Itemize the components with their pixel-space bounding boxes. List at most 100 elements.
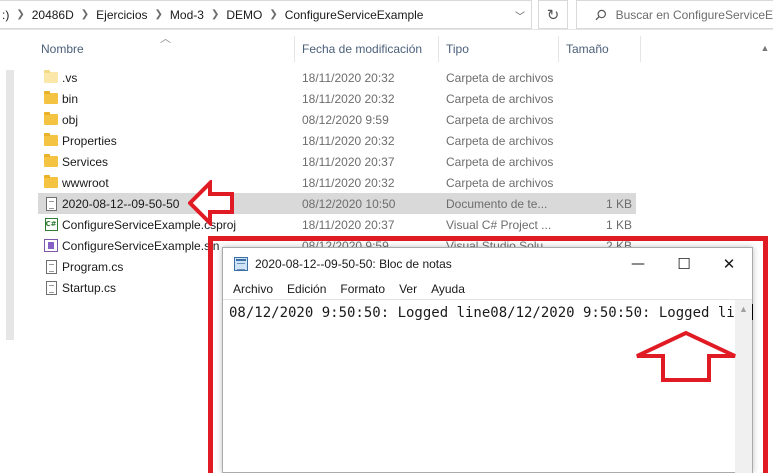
- file-name: wwwroot: [62, 175, 109, 190]
- file-type: Visual C# Project ...: [446, 217, 552, 232]
- chevron-right-icon: ❯: [16, 9, 25, 20]
- close-button[interactable]: ✕: [706, 248, 752, 279]
- file-row[interactable]: wwwroot 18/11/2020 20:32 Carpeta de arch…: [38, 172, 636, 193]
- file-name: Services: [62, 154, 109, 169]
- file-name: Properties: [62, 133, 117, 148]
- file-date: 18/11/2020 20:32: [302, 133, 395, 148]
- menu-edicion[interactable]: Edición: [287, 282, 326, 296]
- folder-icon: [44, 112, 58, 125]
- file-date: 18/11/2020 20:37: [302, 217, 395, 232]
- file-date: 18/11/2020 20:32: [302, 91, 395, 106]
- file-name: Startup.cs: [62, 280, 117, 295]
- navigation-scrollbar[interactable]: [6, 70, 14, 340]
- breadcrumb-demo[interactable]: DEMO: [226, 8, 262, 22]
- scroll-up-arrow-icon[interactable]: ▲: [735, 302, 752, 316]
- file-size: 1 KB: [605, 217, 632, 232]
- breadcrumb-mod-3[interactable]: Mod-3: [170, 8, 204, 22]
- file-name: obj: [62, 112, 79, 127]
- file-name: ConfigureServiceExample.sln: [62, 238, 220, 253]
- solution-icon: [44, 239, 58, 252]
- file-type: Documento de te...: [446, 196, 548, 211]
- text-document-icon: [45, 196, 57, 211]
- breadcrumb-current-folder[interactable]: ConfigureServiceExample: [285, 8, 424, 22]
- chevron-right-icon: ❯: [210, 9, 220, 20]
- address-bar: :) ❯ 20486D ❯ Ejercicios ❯ Mod-3 ❯ DEMO …: [0, 0, 773, 30]
- minimize-button[interactable]: —: [615, 248, 661, 279]
- file-type: Carpeta de archivos: [446, 133, 554, 148]
- notepad-icon: [234, 257, 248, 271]
- file-row[interactable]: C# ConfigureServiceExample.csproj 18/11/…: [38, 214, 636, 235]
- file-type: Carpeta de archivos: [446, 175, 554, 190]
- file-name: bin: [62, 91, 79, 106]
- notepad-menubar: Archivo Edición Formato Ver Ayuda: [223, 279, 752, 299]
- column-divider[interactable]: [438, 36, 439, 62]
- file-row-selected[interactable]: 2020-08-12--09-50-50 08/12/2020 10:50 Do…: [38, 193, 636, 214]
- file-size: [578, 88, 632, 109]
- file-size: [578, 151, 632, 172]
- file-name: Program.cs: [62, 259, 124, 274]
- refresh-icon: ↻: [546, 6, 560, 24]
- file-type: Carpeta de archivos: [446, 70, 554, 85]
- file-size: [578, 67, 632, 88]
- file-date: 18/11/2020 20:37: [302, 154, 395, 169]
- folder-icon: [44, 91, 58, 104]
- file-row[interactable]: bin 18/11/2020 20:32 Carpeta de archivos: [38, 88, 636, 109]
- file-date: 08/12/2020 9:59: [302, 112, 389, 127]
- breadcrumb[interactable]: :) ❯ 20486D ❯ Ejercicios ❯ Mod-3 ❯ DEMO …: [0, 0, 532, 29]
- column-divider[interactable]: [640, 36, 641, 62]
- search-placeholder: Buscar en ConfigureServiceE: [615, 7, 773, 22]
- code-file-icon: [45, 259, 57, 274]
- breadcrumb-ejercicios[interactable]: Ejercicios: [96, 8, 147, 22]
- column-header-type[interactable]: Tipo: [446, 36, 469, 62]
- code-file-icon: [45, 280, 57, 295]
- file-type: Carpeta de archivos: [446, 154, 554, 169]
- folder-icon: [44, 70, 58, 83]
- file-row[interactable]: Services 18/11/2020 20:37 Carpeta de arc…: [38, 151, 636, 172]
- chevron-right-icon: ❯: [269, 9, 278, 20]
- folder-icon: [44, 154, 58, 167]
- menu-formato[interactable]: Formato: [340, 282, 385, 296]
- file-type: Carpeta de archivos: [446, 112, 554, 127]
- file-date: 18/11/2020 20:32: [302, 175, 395, 190]
- notepad-text-area[interactable]: 08/12/2020 9:50:50: Logged line08/12/202…: [223, 299, 753, 473]
- menu-ver[interactable]: Ver: [399, 282, 417, 296]
- file-date: 18/11/2020 20:32: [302, 70, 395, 85]
- file-size: [578, 109, 632, 130]
- folder-icon: [44, 133, 58, 146]
- column-header-name[interactable]: Nombre: [41, 36, 84, 62]
- file-name: 2020-08-12--09-50-50: [62, 196, 180, 211]
- column-divider[interactable]: [558, 36, 559, 62]
- search-input[interactable]: Buscar en ConfigureServiceE: [576, 0, 773, 29]
- annotation-arrow-up: [636, 330, 736, 382]
- folder-icon: [44, 175, 58, 188]
- column-header-date[interactable]: Fecha de modificación: [302, 36, 422, 62]
- breadcrumb-20486d[interactable]: 20486D: [32, 8, 74, 22]
- navigation-pane: [0, 30, 20, 473]
- file-row[interactable]: .vs 18/11/2020 20:32 Carpeta de archivos: [38, 67, 636, 88]
- file-size: 1 KB: [605, 196, 632, 211]
- notepad-scrollbar[interactable]: ▲: [735, 300, 752, 473]
- sort-ascending-icon: ︿: [160, 33, 171, 45]
- menu-ayuda[interactable]: Ayuda: [431, 282, 465, 296]
- file-size: [578, 172, 632, 193]
- csharp-project-icon: C#: [44, 218, 58, 231]
- notepad-titlebar[interactable]: 2020-08-12--09-50-50: Bloc de notas — ☐ …: [223, 248, 752, 279]
- chevron-down-icon[interactable]: ﹀: [508, 1, 532, 30]
- chevron-right-icon: ❯: [154, 9, 163, 20]
- scroll-up-arrow-icon[interactable]: ▲: [757, 40, 773, 56]
- file-type: Carpeta de archivos: [446, 91, 554, 106]
- notepad-title: 2020-08-12--09-50-50: Bloc de notas: [255, 256, 452, 271]
- search-icon: [595, 9, 606, 20]
- refresh-button[interactable]: ↻: [538, 0, 568, 29]
- column-divider[interactable]: [294, 36, 295, 62]
- file-date: 08/12/2020 10:50: [302, 196, 396, 211]
- file-name: .vs: [62, 70, 78, 85]
- menu-archivo[interactable]: Archivo: [233, 282, 273, 296]
- breadcrumb-drive[interactable]: :): [2, 8, 9, 22]
- notepad-content: 08/12/2020 9:50:50: Logged line08/12/202…: [229, 305, 752, 321]
- file-size: [578, 130, 632, 151]
- file-row[interactable]: obj 08/12/2020 9:59 Carpeta de archivos: [38, 109, 636, 130]
- file-row[interactable]: Properties 18/11/2020 20:32 Carpeta de a…: [38, 130, 636, 151]
- maximize-button[interactable]: ☐: [661, 248, 707, 279]
- column-header-size[interactable]: Tamaño: [566, 36, 609, 62]
